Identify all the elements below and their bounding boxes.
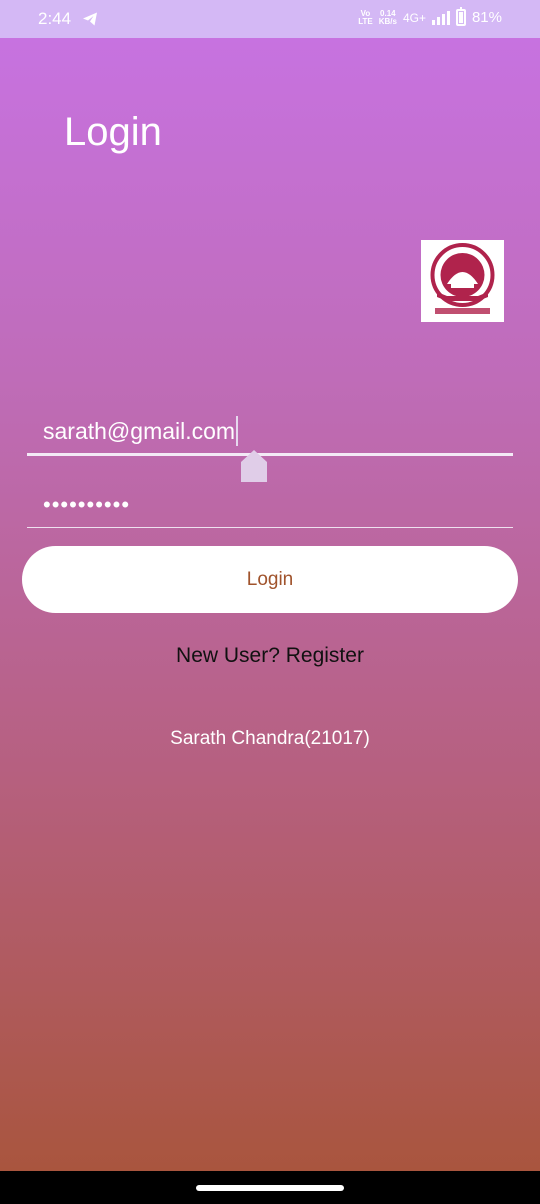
password-underline [27,527,513,528]
battery-percent: 81% [471,9,502,26]
email-underline [27,453,513,456]
password-input[interactable]: •••••••••• [43,492,130,518]
page-title: Login [64,110,162,154]
navigation-bar [0,1171,540,1204]
login-screen: Login sarath@gmail.com •••••••••• Login … [0,38,540,1171]
caret-handle-icon[interactable] [241,450,267,482]
signal-icon [431,10,450,25]
register-link[interactable]: New User? Register [0,644,540,668]
password-field[interactable]: •••••••••• [27,488,513,528]
university-seal-icon [430,243,495,314]
battery-icon [455,7,466,26]
login-button[interactable]: Login [22,546,518,613]
home-gesture-handle[interactable] [196,1185,344,1191]
status-bar: 2:44 Vo LTE 0.14 KB/s 4G+ 81% [0,0,540,38]
university-logo [421,240,504,322]
telegram-icon [83,12,97,26]
text-caret [236,416,239,446]
network-speed: 0.14 KB/s [378,8,397,26]
author-credit: Sarath Chandra(21017) [170,728,370,749]
email-input: sarath@gmail.com [43,416,239,448]
email-field[interactable]: sarath@gmail.com [27,408,513,456]
network-type: 4G+ [402,10,426,25]
volte-indicator: Vo LTE [358,8,373,26]
status-icons: Vo LTE 0.14 KB/s 4G+ 81% [358,7,502,26]
status-time: 2:44 [38,9,72,28]
